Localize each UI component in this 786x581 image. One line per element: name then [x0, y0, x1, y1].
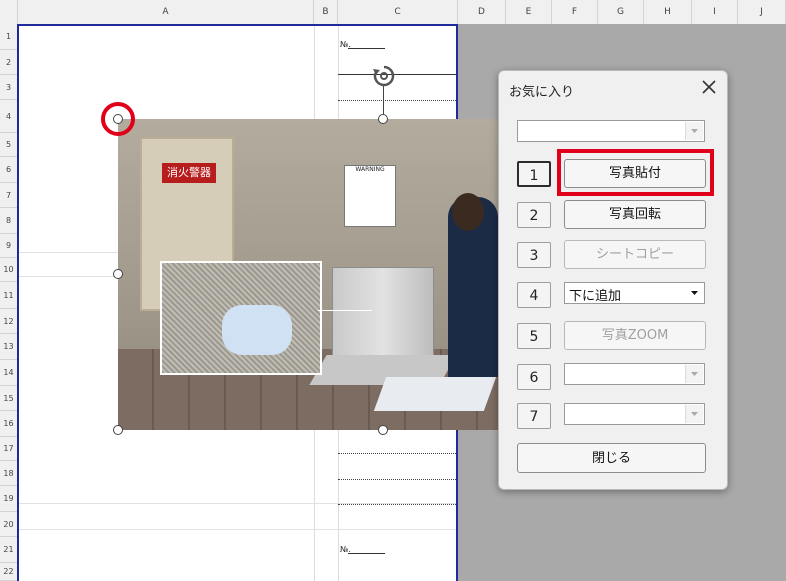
close-icon[interactable]: [699, 77, 719, 97]
column-header-b[interactable]: B: [314, 0, 338, 24]
grid-line: [18, 529, 458, 530]
photo-callout-line: [318, 310, 372, 311]
row-6-number-button[interactable]: 6: [517, 364, 551, 390]
row-4-select[interactable]: 下に追加: [564, 282, 705, 304]
column-header-bar: A B C D E F G H I J: [0, 0, 786, 25]
row-header-16[interactable]: 16: [0, 411, 18, 437]
favorites-combo[interactable]: [517, 120, 705, 142]
row-2-number-button[interactable]: 2: [517, 202, 551, 228]
row-header-8[interactable]: 8: [0, 208, 18, 234]
number-underline: [348, 553, 385, 554]
photo-inset-cloth: [222, 305, 292, 355]
chevron-down-icon[interactable]: [685, 365, 703, 383]
highlight-circle: [101, 102, 135, 136]
close-button[interactable]: 閉じる: [517, 443, 706, 473]
photo-tool-tray: [373, 377, 497, 411]
photo-hydrant-sign: 消火警器: [162, 163, 216, 183]
row-header-13[interactable]: 13: [0, 334, 18, 360]
row-header-19[interactable]: 19: [0, 486, 18, 512]
row-header-22[interactable]: 22: [0, 563, 18, 581]
form-dotted-line: [338, 504, 456, 505]
column-header-j[interactable]: J: [738, 0, 786, 24]
row-header-18[interactable]: 18: [0, 461, 18, 486]
resize-handle-bottom[interactable]: [378, 425, 388, 435]
column-header-e[interactable]: E: [506, 0, 552, 24]
row-header-7[interactable]: 7: [0, 183, 18, 208]
row-5-number-button[interactable]: 5: [517, 323, 551, 349]
form-line: [338, 74, 456, 75]
form-dotted-line: [338, 479, 456, 480]
print-area-border-left: [17, 24, 19, 581]
photo-warning-sign: WARNING: [344, 165, 396, 227]
column-header-c[interactable]: C: [338, 0, 458, 24]
row-header-1[interactable]: 1: [0, 24, 18, 50]
row-4-number-button[interactable]: 4: [517, 282, 551, 308]
row-3-number-button[interactable]: 3: [517, 242, 551, 268]
resize-handle-left[interactable]: [113, 269, 123, 279]
row-header-2[interactable]: 2: [0, 50, 18, 75]
rotate-handle-stem: [383, 86, 384, 114]
select-all-corner[interactable]: [0, 0, 18, 24]
row-header-5[interactable]: 5: [0, 133, 18, 157]
row-header-10[interactable]: 10: [0, 258, 18, 282]
row-header-15[interactable]: 15: [0, 386, 18, 411]
resize-handle-bottom-left[interactable]: [113, 425, 123, 435]
column-header-h[interactable]: H: [644, 0, 692, 24]
row-header-4[interactable]: 4: [0, 100, 18, 133]
highlight-rectangle: [557, 149, 714, 196]
row-6-select[interactable]: [564, 363, 705, 385]
sheet-copy-button[interactable]: シートコピー: [564, 240, 706, 269]
row-1-number-button[interactable]: 1: [517, 161, 551, 187]
photo-worker-head: [452, 193, 484, 231]
form-dotted-line: [338, 453, 456, 454]
inserted-photo[interactable]: 消火警器 WARNING: [118, 119, 498, 430]
column-header-a[interactable]: A: [18, 0, 314, 24]
row-header-12[interactable]: 12: [0, 309, 18, 334]
photo-steel-unit: [332, 267, 434, 361]
row-header-17[interactable]: 17: [0, 437, 18, 461]
form-dotted-line: [338, 100, 456, 101]
rotate-photo-button[interactable]: 写真回転: [564, 200, 706, 229]
row-header-20[interactable]: 20: [0, 512, 18, 537]
print-area-border-top: [18, 24, 458, 26]
chevron-down-icon[interactable]: [685, 405, 703, 423]
row-header-9[interactable]: 9: [0, 234, 18, 258]
photo-zoom-button[interactable]: 写真ZOOM: [564, 321, 706, 350]
photo-warning-text: WARNING: [355, 166, 385, 173]
resize-handle-top[interactable]: [378, 114, 388, 124]
row-header-21[interactable]: 21: [0, 537, 18, 563]
chevron-down-icon[interactable]: [686, 284, 703, 302]
row-4-select-value: 下に追加: [569, 289, 622, 304]
row-header-11[interactable]: 11: [0, 282, 18, 309]
row-header-14[interactable]: 14: [0, 360, 18, 386]
favorites-dialog: お気に入り 1 写真貼付 2 写真回転 3 シートコピー 4 下に追加 5 写真…: [498, 70, 728, 490]
number-underline: [348, 48, 385, 49]
photo-inset-filter: [160, 261, 322, 375]
chevron-down-icon[interactable]: [685, 122, 703, 140]
column-header-f[interactable]: F: [552, 0, 598, 24]
column-header-g[interactable]: G: [598, 0, 644, 24]
dialog-title: お気に入り: [509, 85, 575, 100]
row-7-select[interactable]: [564, 403, 705, 425]
rotate-handle-icon[interactable]: [371, 63, 397, 89]
row-header-6[interactable]: 6: [0, 157, 18, 183]
column-header-i[interactable]: I: [692, 0, 738, 24]
row-7-number-button[interactable]: 7: [517, 403, 551, 429]
column-header-d[interactable]: D: [458, 0, 506, 24]
row-header-3[interactable]: 3: [0, 75, 18, 100]
